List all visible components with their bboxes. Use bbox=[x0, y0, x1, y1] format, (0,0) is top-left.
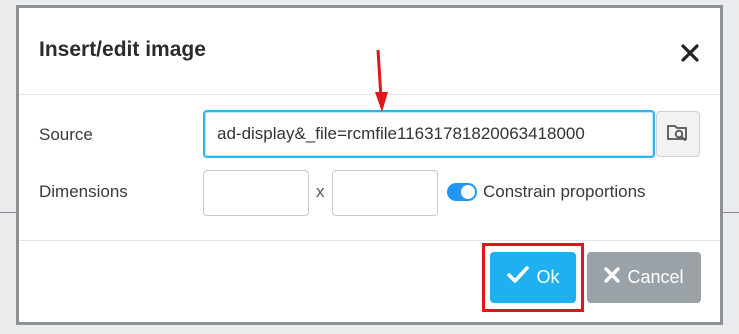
annotation-arrow bbox=[375, 49, 388, 112]
